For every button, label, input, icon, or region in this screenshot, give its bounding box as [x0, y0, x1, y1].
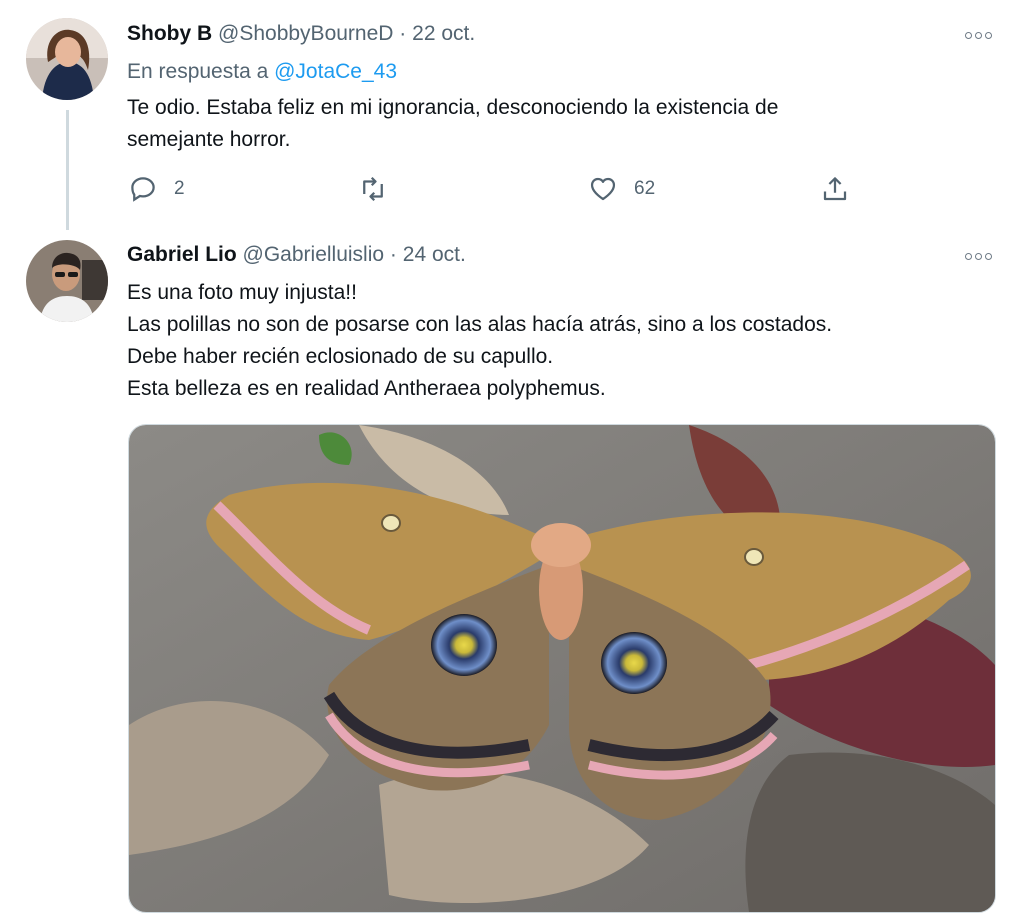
user-handle[interactable]: @Gabrielluislio	[243, 243, 385, 266]
display-name[interactable]: Shoby B	[127, 22, 212, 45]
tweet-shoby: Shoby B @ShobbyBourneD · 22 oct. En resp…	[0, 0, 1028, 230]
like-button[interactable]: 62	[588, 172, 655, 206]
reply-button[interactable]: 2	[128, 172, 185, 206]
tweet-text: Te odio. Estaba feliz en mi ignorancia, …	[127, 96, 779, 151]
separator-dot: ·	[399, 22, 407, 45]
tweet-date[interactable]: 22 oct.	[412, 22, 475, 45]
like-count: 62	[634, 178, 656, 199]
tweet-header: Shoby B @ShobbyBourneD · 22 oct.	[127, 22, 475, 46]
heart-icon	[590, 177, 616, 201]
reply-handle-link[interactable]: @JotaCe_43	[274, 60, 397, 83]
share-icon	[823, 177, 847, 201]
tweet-date[interactable]: 24 oct.	[403, 243, 466, 266]
retweet-button[interactable]	[358, 172, 404, 206]
retweet-icon	[363, 176, 383, 202]
tweet-text: Es una foto muy injusta!! Las polillas n…	[127, 281, 833, 400]
separator-dot: ·	[389, 243, 397, 266]
more-icon[interactable]	[965, 25, 999, 45]
reply-context: En respuesta a @JotaCe_43	[127, 60, 397, 84]
user-handle[interactable]: @ShobbyBourneD	[218, 22, 393, 45]
share-button[interactable]	[820, 172, 850, 206]
tweet-media-photo[interactable]	[128, 424, 996, 913]
thread-line	[66, 110, 69, 230]
avatar-shoby[interactable]	[26, 18, 108, 100]
avatar-gabriel[interactable]	[26, 240, 108, 322]
reply-count: 2	[174, 178, 185, 199]
more-icon[interactable]	[965, 246, 999, 266]
reply-icon	[131, 177, 155, 202]
tweet-header: Gabriel Lio @Gabrielluislio · 24 oct.	[127, 243, 466, 267]
display-name[interactable]: Gabriel Lio	[127, 243, 237, 266]
reply-prefix: En respuesta a	[127, 60, 269, 83]
